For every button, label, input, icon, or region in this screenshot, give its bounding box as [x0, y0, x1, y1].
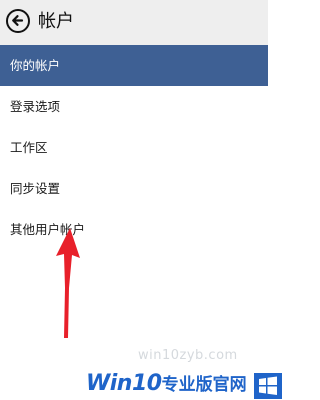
watermark-url: win10zyb.com	[138, 348, 238, 363]
nav-item-workplace[interactable]: 工作区	[0, 127, 268, 168]
red-arrow-annotation	[56, 228, 80, 338]
brand-watermark: Win10专业版官网	[86, 370, 282, 399]
back-arrow-icon	[12, 15, 24, 26]
page-title: 帐户	[38, 11, 74, 32]
brand-win-text: Win10	[86, 371, 162, 396]
back-button[interactable]	[6, 9, 30, 33]
nav-item-sync-settings[interactable]: 同步设置	[0, 168, 268, 209]
nav-item-other-users[interactable]: 其他用户帐户	[0, 209, 268, 250]
brand-cn-text: 专业版官网	[161, 375, 247, 395]
nav-item-sign-in-options[interactable]: 登录选项	[0, 86, 268, 127]
header-bar: 帐户	[0, 0, 268, 45]
windows-logo-icon	[253, 372, 282, 399]
settings-nav-list: 你的帐户 登录选项 工作区 同步设置 其他用户帐户	[0, 45, 268, 250]
nav-item-your-account[interactable]: 你的帐户	[0, 45, 268, 86]
